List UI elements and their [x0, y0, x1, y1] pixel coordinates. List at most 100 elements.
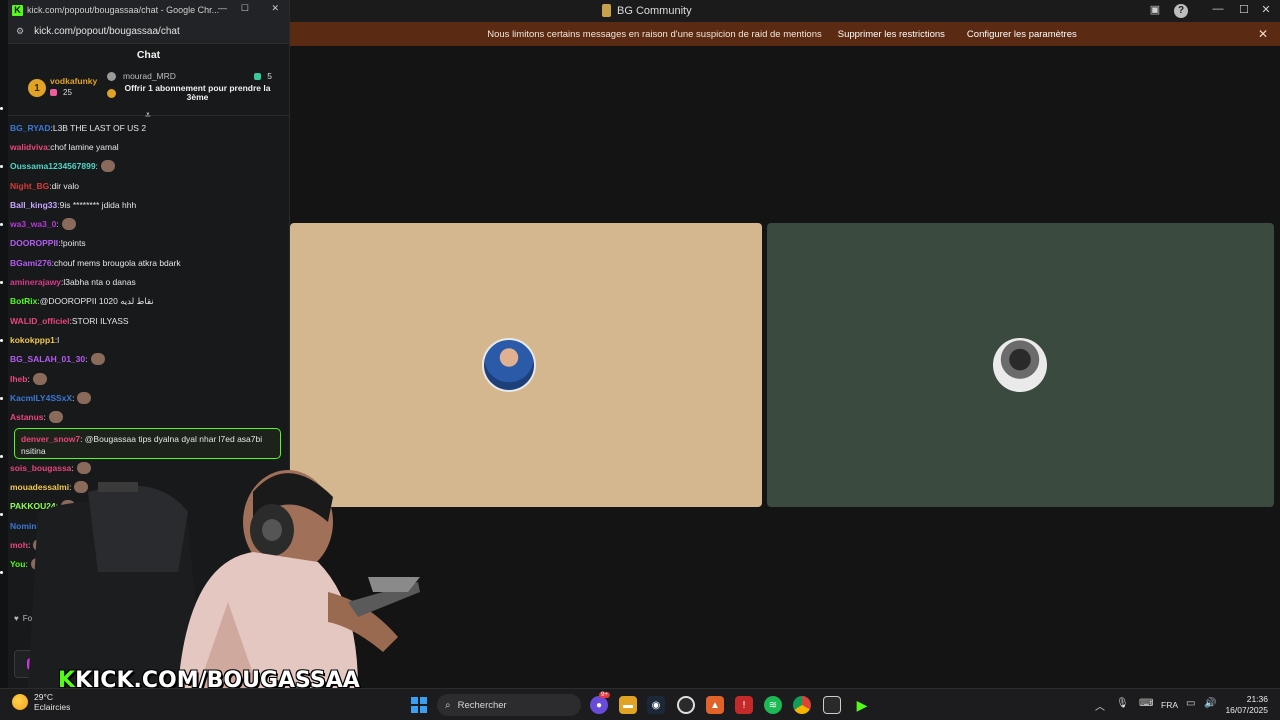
chat-message-text: l [57, 334, 60, 345]
chat-message[interactable]: BG_RYAD: L3B THE LAST OF US 2 [10, 118, 280, 137]
clock[interactable]: 21:36 16/07/2025 [1225, 694, 1268, 716]
chat-username[interactable]: Astanus [10, 412, 44, 422]
chat-username[interactable]: BGami276 [10, 258, 52, 268]
chat-minimize-button[interactable]: — [218, 3, 227, 13]
chat-username[interactable]: moh [10, 540, 28, 550]
chat-message-text: !points [60, 238, 86, 249]
chat-message-text: chouf mems brougola atkra bdark [53, 257, 181, 268]
chat-username[interactable]: DOOROPPII [10, 238, 58, 248]
chat-message[interactable]: Oussama1234567899: [10, 157, 280, 176]
gift-offer-icon [107, 89, 116, 98]
app-title-text: BG Community [617, 4, 692, 17]
chat-username[interactable]: BG_RYAD [10, 123, 50, 133]
pinned-gift-leaderboard: 1 vodkafunky 25 mourad_MRD 5 Offrir 1 ab… [8, 66, 289, 121]
chat-username[interactable]: walidviva [10, 142, 48, 152]
chat-username[interactable]: WALID_officiel [10, 316, 70, 326]
chat-message[interactable]: WALID_officiel: STORI ILYASS [10, 311, 280, 330]
chat-username[interactable]: Oussama1234567899 [10, 161, 96, 171]
chat-message[interactable]: BotRix: @DOOROPPII 1020 نقاط لديه [10, 292, 280, 311]
chat-message[interactable]: DOOROPPII: !points [10, 234, 280, 253]
chat-address-bar[interactable]: ⚙ kick.com/popout/bougassaa/chat [8, 20, 289, 44]
help-icon[interactable]: ? [1174, 4, 1188, 18]
minimize-button[interactable]: — [1208, 3, 1228, 15]
discord-icon[interactable]: ● [590, 696, 608, 714]
configure-settings-button[interactable]: Configurer les paramètres [961, 26, 1083, 43]
app-icon-window[interactable] [823, 696, 841, 714]
banner-close-icon[interactable]: ✕ [1258, 27, 1268, 41]
participant-avatar-left[interactable] [482, 338, 536, 392]
tray-chevron-icon[interactable]: ︿ [1095, 698, 1105, 713]
weather-widget[interactable]: 29°C Eclaircies [12, 692, 70, 712]
chat-username[interactable]: BG_SALAH_01_30 [10, 354, 85, 364]
language-indicator[interactable]: FRA [1161, 700, 1178, 710]
microphone-icon[interactable]: 🎙 [1116, 698, 1129, 709]
chat-message-text: chof lamine yamal [50, 141, 119, 152]
kick-logo-icon: K [12, 4, 23, 16]
keyboard-icon[interactable]: ⌨ [1139, 698, 1153, 709]
chat-message[interactable]: walidviva: chof lamine yamal [10, 137, 280, 156]
gift-icon [50, 89, 57, 96]
emote-icon [100, 160, 115, 173]
participant-tile-right[interactable] [767, 223, 1274, 507]
windows-taskbar: 29°C Eclaircies ⌕ Rechercher ● 9+ ▬ ◉ ▲ … [0, 688, 1280, 720]
participant-avatar-right[interactable] [993, 338, 1047, 392]
emote-icon [77, 391, 92, 404]
chat-message[interactable]: KacmILY4SSxX: [10, 388, 280, 407]
chat-username[interactable]: kokokppp1 [10, 335, 55, 345]
chat-message[interactable]: Night_BG: dir valo [10, 176, 280, 195]
chat-username[interactable]: You [10, 559, 25, 569]
chrome-icon[interactable] [793, 696, 811, 714]
chat-message[interactable]: wa3_wa3_0: [10, 214, 280, 233]
chat-message[interactable]: Astanus: [10, 407, 280, 426]
network-icon[interactable]: ▭ [1186, 698, 1195, 709]
remove-restrictions-button[interactable]: Supprimer les restrictions [832, 26, 951, 43]
close-button[interactable]: ✕ [1256, 3, 1276, 16]
taskbar-search[interactable]: ⌕ Rechercher [437, 694, 581, 716]
chat-username[interactable]: KacmILY4SSxX [10, 393, 72, 403]
start-button[interactable] [411, 697, 427, 713]
chat-message-text: L3B THE LAST OF US 2 [52, 122, 147, 133]
chat-message-text: 9is ******** jdida hhh [59, 199, 137, 210]
weather-icon [12, 694, 28, 710]
chat-username[interactable]: wa3_wa3_0 [10, 219, 56, 229]
chat-message[interactable]: Iheb: [10, 369, 280, 388]
requester-count: 5 [267, 71, 272, 81]
maximize-button[interactable]: ☐ [1234, 3, 1254, 16]
app-icon-a[interactable]: ▲ [706, 696, 724, 714]
highlight-username[interactable]: denver_snow7 [21, 434, 80, 444]
emote-icon [90, 353, 105, 366]
chat-header: Chat [136, 49, 161, 61]
clock-time: 21:36 [1246, 694, 1268, 704]
file-explorer-icon[interactable]: ▬ [619, 696, 637, 714]
chat-username[interactable]: Iheb [10, 374, 27, 384]
obs-icon[interactable] [677, 696, 695, 714]
chat-window-titlebar: K kick.com/popout/bougassaa/chat - Googl… [8, 0, 289, 20]
gifter-name[interactable]: vodkafunky [50, 76, 97, 86]
rank-badge: 1 [28, 79, 46, 97]
kick-app-icon[interactable]: ▶ [853, 696, 871, 714]
site-settings-icon[interactable]: ⚙ [16, 26, 24, 37]
requester-name[interactable]: mourad_MRD [123, 71, 176, 81]
chat-message[interactable]: kokokppp1: l [10, 330, 280, 349]
streamer-silhouette [28, 470, 420, 688]
chat-message[interactable]: Ball_king33: 9is ******** jdida hhh [10, 195, 280, 214]
spotify-icon[interactable]: ≋ [764, 696, 782, 714]
app-title: BG Community [602, 4, 692, 17]
steam-icon[interactable]: ◉ [647, 696, 665, 714]
chat-username[interactable]: aminerajawy [10, 277, 61, 287]
volume-icon[interactable]: 🔊 [1204, 698, 1216, 709]
chat-username[interactable]: Ball_king33 [10, 200, 57, 210]
chat-url: kick.com/popout/bougassaa/chat [34, 26, 180, 37]
chat-close-button[interactable]: ✕ [271, 3, 279, 14]
chat-maximize-button[interactable]: ☐ [241, 3, 249, 14]
emote-icon [32, 372, 47, 385]
chat-message[interactable]: BGami276: chouf mems brougola atkra bdar… [10, 253, 280, 272]
chat-message[interactable]: aminerajawy: l3abha nta o danas [10, 272, 280, 291]
app-icon-red[interactable]: ! [735, 696, 753, 714]
chat-message[interactable]: BG_SALAH_01_30: [10, 350, 280, 369]
chat-message-list[interactable]: BG_RYAD: L3B THE LAST OF US 2 walidviva: … [10, 118, 280, 427]
chat-username[interactable]: Night_BG [10, 181, 49, 191]
chat-username[interactable]: BotRix [10, 296, 37, 306]
gift-offer-text[interactable]: Offrir 1 abonnement pour prendre la 3ème [120, 84, 275, 102]
screen-share-icon[interactable]: ▣ [1145, 3, 1165, 16]
